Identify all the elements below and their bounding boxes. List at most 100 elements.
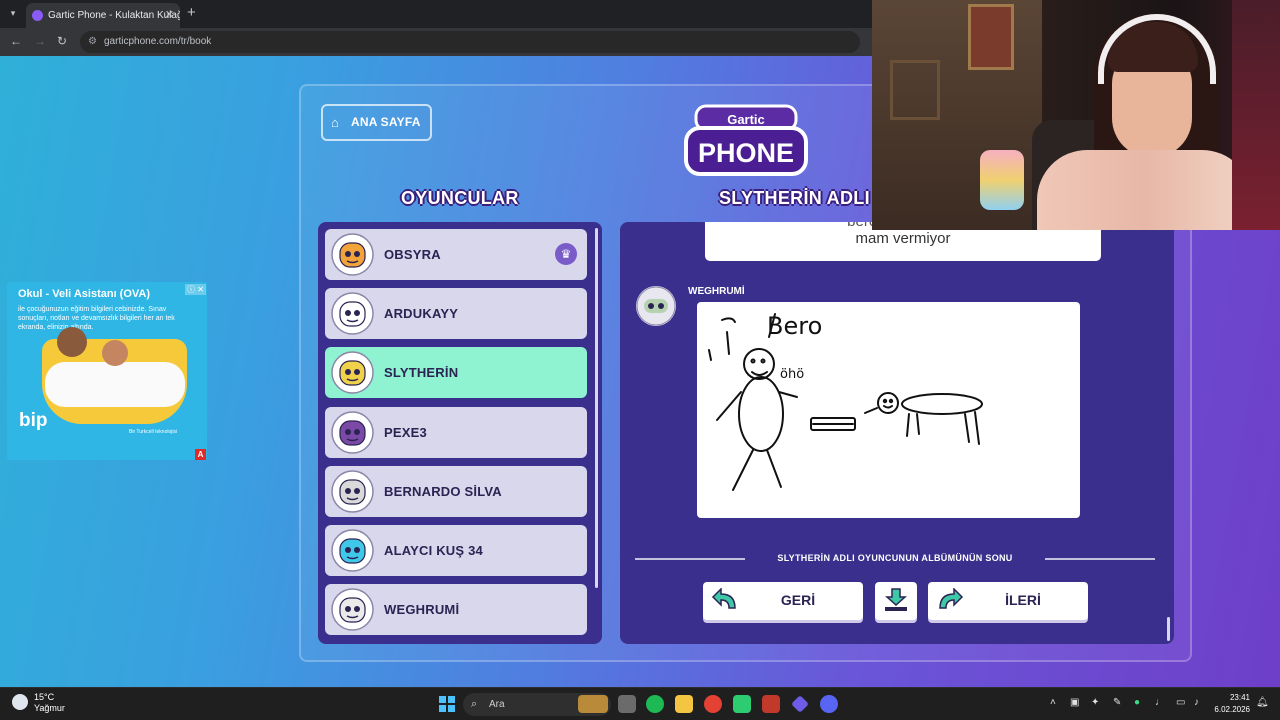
player-name: SLYTHERİN [384, 365, 459, 381]
tab-search-icon[interactable]: ▾ [6, 6, 20, 20]
browser-tab-bar: ▾ Gartic Phone - Kulaktan Kulağa ✕ + [0, 0, 872, 28]
site-info-icon[interactable]: ⚙ [88, 31, 97, 53]
home-button[interactable]: ⌂ ANA SAYFA [321, 104, 432, 141]
player-row[interactable]: OBSYRA ♛ [325, 229, 587, 280]
webcam-headphones [1098, 14, 1216, 84]
webcam-painting [968, 4, 1014, 70]
album-end-text: SLYTHERİN ADLI OYUNCUNUN ALBÜMÜNÜN SONU [777, 553, 1013, 563]
home-icon: ⌂ [331, 115, 340, 130]
weghrumi-avatar [636, 286, 676, 326]
album-scrollbar[interactable] [1167, 617, 1170, 641]
windows-taskbar: 15°C Yağmur ⌕ Ara ˄ ▣ ✦ ✎ ● ♩ ▭ ♪ 23:41 … [0, 687, 1280, 720]
svg-text:Bero: Bero [767, 312, 822, 340]
player-row[interactable]: BERNARDO SİLVA [325, 465, 587, 517]
display-icon[interactable]: ▭ [1176, 697, 1185, 708]
download-button[interactable] [875, 582, 917, 620]
webcam-person-shirt [1037, 150, 1252, 230]
microphone-icon[interactable]: ♩ [1155, 697, 1165, 708]
tray-chevron-icon[interactable]: ˄ [1050, 697, 1056, 708]
gartic-phone-logo: Gartic PHONE [684, 104, 808, 176]
address-bar[interactable]: ⚙ garticphone.com/tr/book [80, 31, 860, 53]
stream-app-icon[interactable] [762, 695, 780, 713]
volume-icon[interactable]: ♪ [1194, 697, 1199, 708]
chrome-icon[interactable] [704, 695, 722, 713]
browser-toolbar: ← → ↻ ⚙ garticphone.com/tr/book [0, 28, 872, 56]
player-avatar-icon [331, 529, 374, 572]
player-row[interactable]: ARDUKAYY [325, 288, 587, 340]
app-diamond-icon[interactable] [791, 695, 809, 713]
players-list: OBSYRA ♛ ARDUKAYY SLYTHERİN PEXE3 BERNARDO Sİ… [318, 222, 602, 644]
url-text: garticphone.com/tr/book [104, 36, 212, 47]
player-avatar-icon [331, 292, 374, 335]
svg-text:PHONE: PHONE [698, 138, 794, 168]
back-button-label: GERİ [780, 592, 816, 608]
download-icon [885, 588, 907, 611]
webcam-lamp [980, 150, 1024, 210]
ad-info-icon[interactable]: ⓘ ✕ [185, 284, 206, 295]
new-tab-icon[interactable]: + [187, 4, 196, 21]
player-avatar-icon [331, 410, 374, 454]
tray-network-app-icon[interactable]: ✦ [1091, 697, 1099, 708]
player-name: WEGHRUMİ [384, 602, 460, 618]
album-panel: bero öksürüyor k mam vermiyor WEGHRUMİ [620, 222, 1174, 644]
player-avatar-icon [331, 233, 374, 276]
back-arrow-icon[interactable]: ← [10, 34, 22, 48]
close-tab-icon[interactable]: ✕ [165, 3, 174, 28]
players-scrollbar[interactable] [595, 228, 598, 588]
stick-figure-drawing: Bero öhö [708, 312, 983, 491]
tray-pen-icon[interactable]: ✎ [1113, 697, 1121, 708]
ad-badge[interactable]: A [195, 449, 206, 460]
players-title: OYUNCULAR [401, 188, 519, 208]
reload-icon[interactable]: ↻ [57, 34, 67, 48]
discord-icon[interactable] [820, 695, 838, 713]
tab-title: Gartic Phone - Kulaktan Kulağa [48, 10, 180, 21]
player-row[interactable]: PEXE3 [325, 406, 587, 458]
ad-image-figure [45, 362, 185, 407]
back-button[interactable]: GERİ [703, 582, 863, 620]
player-name: ARDUKAYY [384, 306, 459, 322]
ad-person-icon [57, 327, 87, 357]
notification-icon[interactable]: 🔔︎ [1256, 697, 1269, 708]
svg-text:öhö: öhö [780, 367, 804, 382]
album-title: SLYTHERİN ADLI [719, 188, 870, 208]
search-highlight-icon[interactable] [578, 695, 608, 713]
weather-widget[interactable]: 15°C Yağmur [12, 692, 65, 714]
advertisement[interactable]: Okul - Veli Asistanı (OVA) ile çocuğunuz… [7, 282, 207, 460]
weather-icon [12, 694, 28, 710]
next-button-label: İLERİ [1005, 592, 1041, 608]
player-avatar-icon [331, 588, 374, 631]
drawing-canvas: Bero öhö [697, 302, 1080, 518]
file-explorer-icon[interactable] [675, 695, 693, 713]
weather-temperature: 15°C [34, 692, 55, 702]
player-avatar-icon [331, 351, 374, 395]
player-name: OBSYRA [384, 247, 441, 262]
browser-tab[interactable]: Gartic Phone - Kulaktan Kulağa ✕ [26, 3, 180, 28]
task-view-icon[interactable] [618, 695, 636, 713]
player-name: BERNARDO SİLVA [384, 483, 502, 499]
player-row[interactable]: WEGHRUMİ [325, 584, 587, 636]
start-button[interactable] [439, 696, 455, 712]
bubble-line-2: mam vermiyor [855, 230, 951, 247]
weather-condition: Yağmur [34, 703, 65, 713]
forward-arrow-icon[interactable]: → [34, 34, 46, 48]
search-icon: ⌕ [471, 698, 478, 710]
host-crown-icon: ♛ [555, 243, 577, 265]
ad-child-icon [102, 340, 128, 366]
tray-status-icon[interactable]: ● [1134, 697, 1140, 708]
ad-text: ile çocuğunuzun eğitim bilgileri cebiniz… [18, 306, 175, 331]
home-button-label: ANA SAYFA [351, 115, 421, 129]
webcam-shelf [890, 60, 940, 120]
player-name: ALAYCI KUŞ 34 [384, 543, 483, 558]
drawing-author: WEGHRUMİ [688, 286, 745, 297]
taskbar-search-placeholder: Ara [489, 699, 505, 710]
player-row[interactable]: ALAYCI KUŞ 34 [325, 525, 587, 576]
next-button[interactable]: İLERİ [928, 582, 1088, 620]
spotify-icon[interactable] [646, 695, 664, 713]
tray-app-icon[interactable]: ▣ [1070, 697, 1079, 708]
webcam-overlay [872, 0, 1280, 230]
gartic-favicon-icon [32, 10, 43, 21]
system-clock[interactable]: 23:41 6.02.2026 [1212, 692, 1250, 716]
player-row[interactable]: SLYTHERİN [325, 347, 587, 399]
kick-icon[interactable] [733, 695, 751, 713]
ad-footer: Bir Turkcell teknolojisi [129, 429, 178, 435]
